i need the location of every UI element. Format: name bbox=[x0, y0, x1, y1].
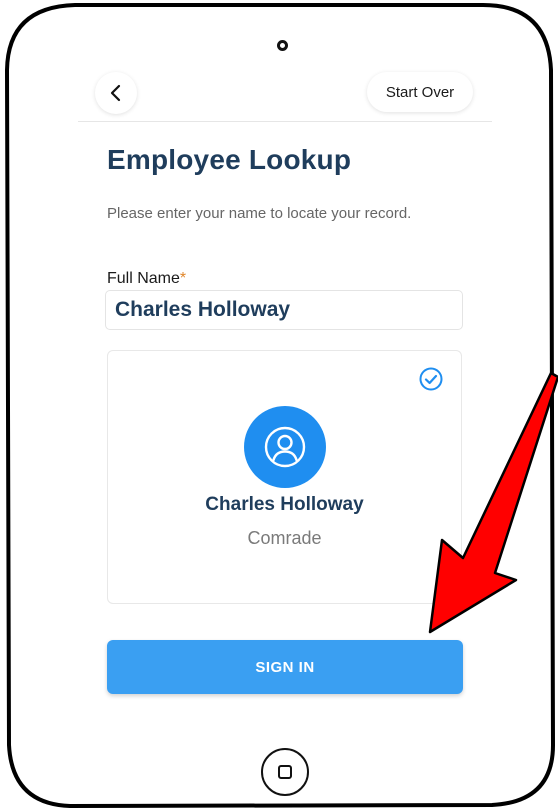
check-circle-icon bbox=[419, 367, 443, 391]
home-button-icon bbox=[278, 765, 292, 779]
employee-name: Charles Holloway bbox=[205, 494, 364, 515]
avatar bbox=[244, 406, 326, 488]
home-button[interactable] bbox=[261, 748, 309, 796]
full-name-label-text: Full Name bbox=[107, 270, 180, 287]
camera-dot bbox=[277, 40, 288, 51]
start-over-button[interactable]: Start Over bbox=[367, 72, 473, 112]
full-name-input[interactable] bbox=[105, 290, 463, 330]
sign-in-button[interactable]: SIGN IN bbox=[107, 640, 463, 694]
header-divider bbox=[78, 121, 492, 122]
user-icon bbox=[264, 426, 306, 468]
chevron-left-icon bbox=[110, 84, 121, 102]
page-subtitle: Please enter your name to locate your re… bbox=[107, 205, 412, 222]
page-title: Employee Lookup bbox=[107, 144, 352, 175]
full-name-label: Full Name* bbox=[107, 270, 186, 288]
back-button[interactable] bbox=[95, 72, 137, 114]
required-marker: * bbox=[179, 270, 187, 287]
employee-role: Comrade bbox=[247, 528, 322, 548]
